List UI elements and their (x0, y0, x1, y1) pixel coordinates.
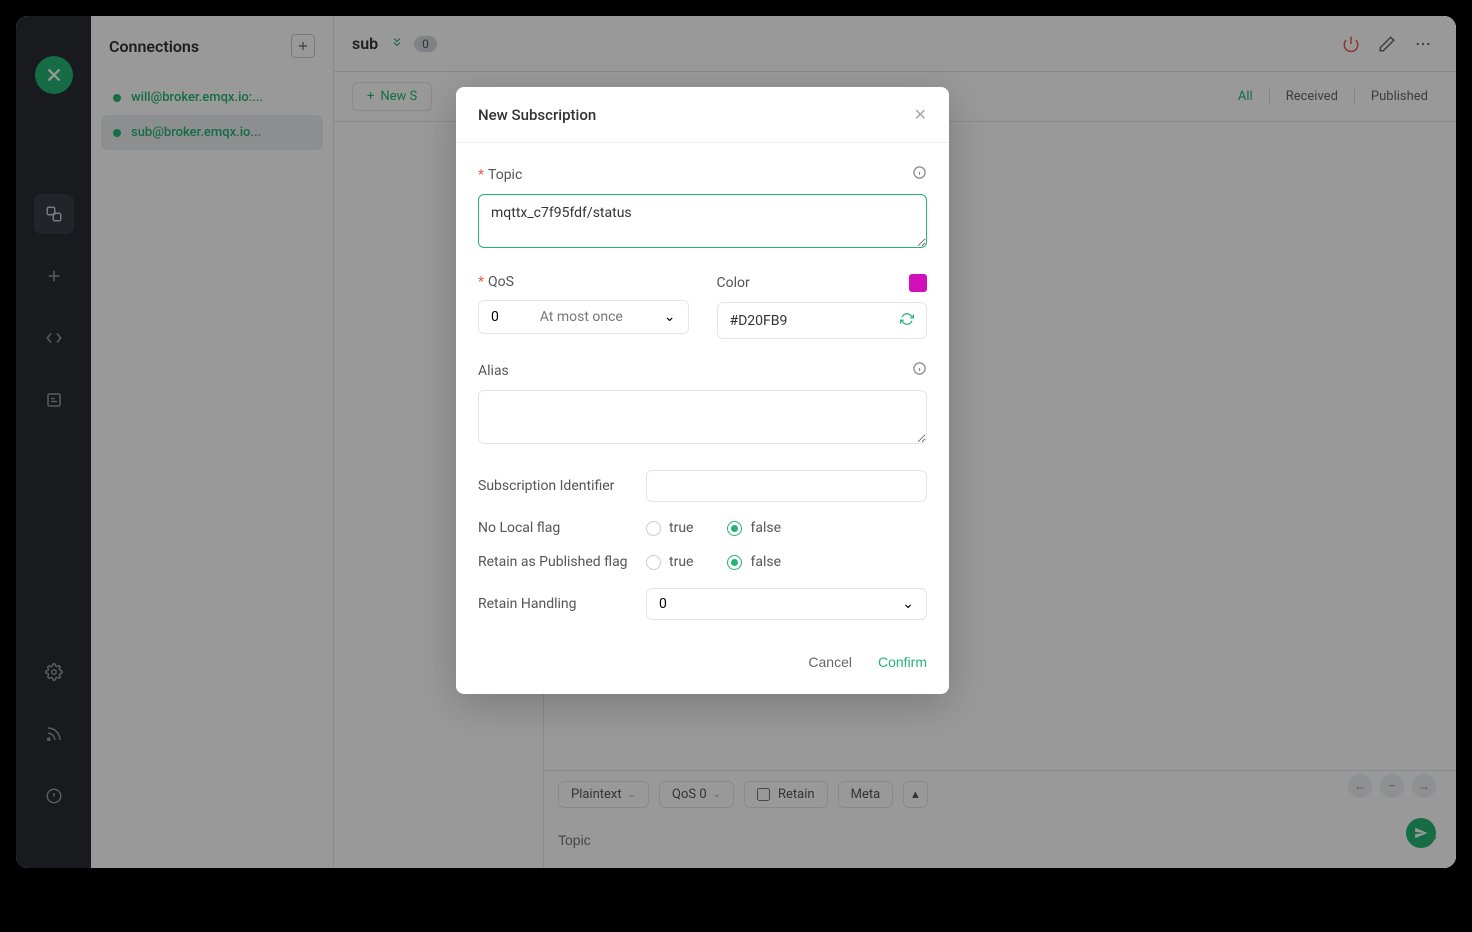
retain-handling-label: Retain Handling (478, 596, 646, 612)
retain-pub-false[interactable]: false (727, 554, 781, 570)
chevron-down-icon: ⌄ (664, 309, 676, 325)
confirm-button[interactable]: Confirm (878, 654, 927, 670)
modal-title: New Subscription (478, 106, 596, 124)
topic-input[interactable] (478, 194, 927, 248)
retain-handling-value: 0 (659, 596, 667, 612)
app-window: Connections will@broker.emqx.io:... sub@… (16, 16, 1456, 868)
subscription-id-label: Subscription Identifier (478, 478, 646, 494)
info-icon[interactable] (912, 361, 927, 380)
info-icon[interactable] (912, 165, 927, 184)
alias-label: Alias (478, 363, 509, 379)
color-swatch[interactable] (909, 274, 927, 292)
radio-icon (727, 555, 742, 570)
cancel-button[interactable]: Cancel (808, 654, 852, 670)
radio-icon (646, 555, 661, 570)
color-label: Color (717, 275, 750, 291)
no-local-false[interactable]: false (727, 520, 781, 536)
topic-label: Topic (488, 167, 522, 183)
qos-select[interactable]: 0 At most once ⌄ (478, 300, 689, 334)
qos-label: QoS (488, 274, 514, 290)
qos-text: At most once (499, 309, 664, 325)
retain-pub-true[interactable]: true (646, 554, 693, 570)
no-local-label: No Local flag (478, 520, 646, 536)
subscription-id-input[interactable] (646, 470, 927, 502)
retain-pub-label: Retain as Published flag (478, 554, 646, 570)
qos-value: 0 (491, 309, 499, 325)
chevron-down-icon: ⌄ (902, 596, 914, 612)
new-subscription-modal: New Subscription ✕ *Topic *QoS 0 At (456, 87, 949, 694)
no-local-true[interactable]: true (646, 520, 693, 536)
color-input[interactable]: #D20FB9 (717, 302, 928, 339)
color-value: #D20FB9 (730, 313, 901, 329)
close-button[interactable]: ✕ (914, 105, 927, 124)
radio-icon (646, 521, 661, 536)
refresh-color-icon[interactable] (900, 311, 914, 330)
alias-input[interactable] (478, 390, 927, 444)
radio-icon (727, 521, 742, 536)
retain-handling-select[interactable]: 0 ⌄ (646, 588, 927, 620)
